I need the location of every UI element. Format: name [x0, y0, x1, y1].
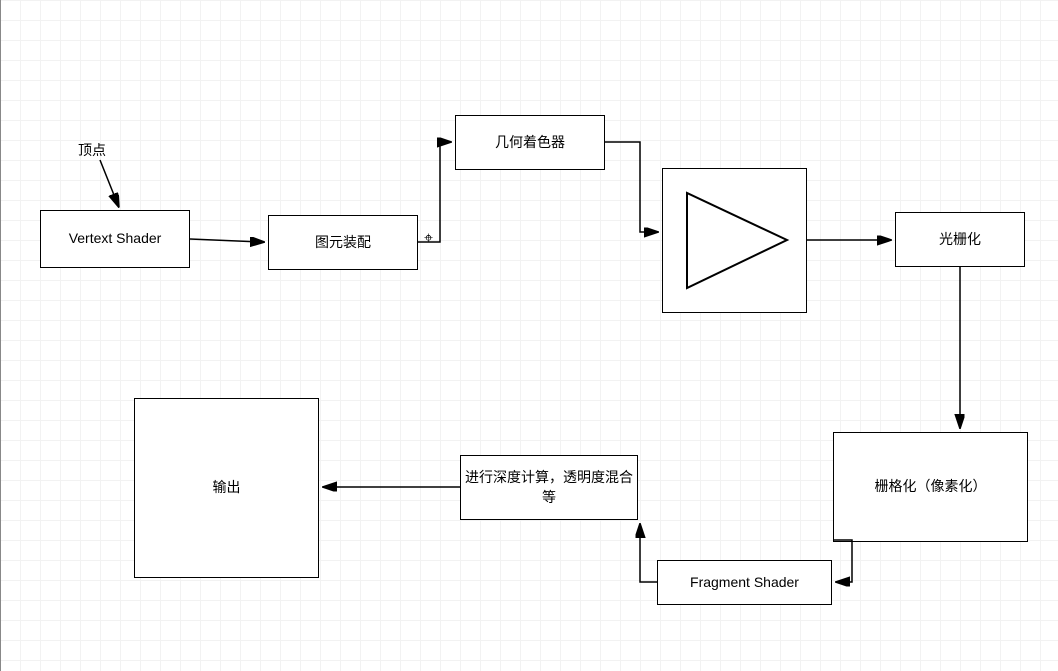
arrow-fs-to-depth [640, 526, 657, 582]
triangle-icon [672, 178, 797, 303]
arrow-vertex-to-vs [100, 160, 118, 205]
node-primitive-assembly[interactable]: 图元装配 [268, 215, 418, 270]
arrow-pixel-to-fs [833, 540, 852, 582]
arrow-vs-to-pa [190, 239, 262, 242]
canvas-left-border [0, 0, 1, 671]
diagram-canvas: 顶点 Vertext Shader 图元装配 几何着色器 光栅化 栅格化（像素化… [0, 0, 1058, 671]
node-fragment-shader[interactable]: Fragment Shader [657, 560, 832, 605]
node-depth-blend[interactable]: 进行深度计算，透明度混合等 [460, 455, 638, 520]
cursor-icon: ⌖ [424, 230, 433, 248]
arrow-gs-to-tri [605, 142, 656, 232]
label-vertex: 顶点 [78, 140, 106, 160]
node-rasterization[interactable]: 光栅化 [895, 212, 1025, 267]
node-vertex-shader[interactable]: Vertext Shader [40, 210, 190, 268]
node-pixelization[interactable]: 栅格化（像素化） [833, 432, 1028, 542]
node-output[interactable]: 输出 [134, 398, 319, 578]
node-triangle-preview[interactable] [662, 168, 807, 313]
arrow-pa-to-gs [418, 142, 449, 242]
node-geometry-shader[interactable]: 几何着色器 [455, 115, 605, 170]
